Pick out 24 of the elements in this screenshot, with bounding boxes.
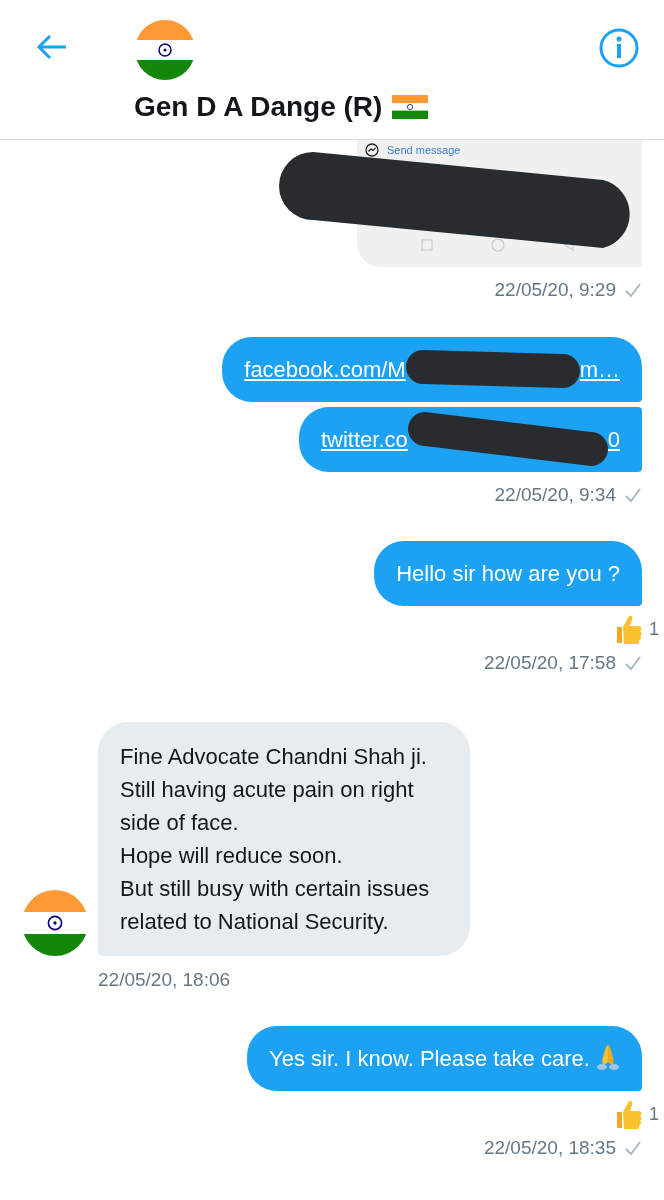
reaction-count: 1 [649, 617, 659, 641]
reaction-count: 1 [649, 1102, 659, 1126]
link[interactable]: m… [579, 352, 620, 386]
avatar [22, 889, 88, 956]
info-icon[interactable] [598, 27, 640, 69]
message-text: Yes sir. I know. Please take care. [269, 1046, 590, 1071]
timestamp: 22/05/20, 18:06 [98, 967, 231, 992]
flag-icon [392, 95, 429, 119]
back-arrow-icon[interactable] [36, 33, 68, 61]
square-icon [421, 239, 433, 251]
timestamp: 22/05/20, 18:35 [483, 1136, 616, 1160]
avatar [135, 20, 195, 80]
link[interactable]: facebook.com/M [244, 352, 406, 386]
messenger-icon [365, 143, 379, 158]
message-text: Fine Advocate Chandni Shah ji. Still having acute pain on right side of face. Hope will reduce soon. But still busy with certain issues related to National Security. [120, 743, 431, 934]
link[interactable]: 0 [607, 422, 620, 456]
contact-name: Gen D A Dange (R) [134, 90, 383, 124]
timestamp: 22/05/20, 9:34 [494, 482, 616, 507]
timestamp: 22/05/20, 9:29 [494, 278, 616, 302]
link[interactable]: twitter.co [320, 422, 408, 456]
send-message-label: Send message [387, 143, 461, 158]
circle-icon [491, 238, 505, 252]
message-text: Hello sir how are you ? [396, 561, 620, 586]
timestamp: 22/05/20, 17:58 [483, 651, 616, 675]
